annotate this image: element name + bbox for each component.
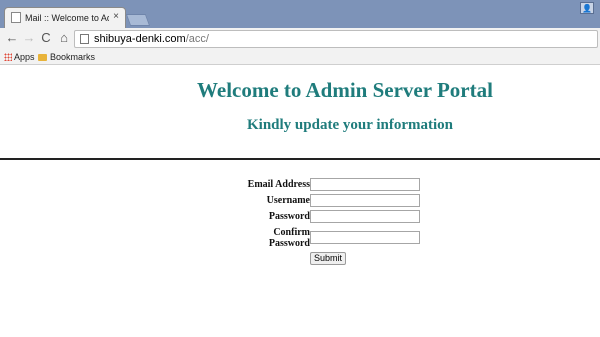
bookmark-folder[interactable]: Bookmarks	[38, 50, 95, 64]
folder-icon	[38, 54, 47, 61]
confirm-password-label-line2: Password	[268, 238, 310, 249]
page-icon	[80, 34, 89, 44]
email-field[interactable]	[310, 178, 420, 191]
username-field[interactable]	[310, 194, 420, 207]
password-field[interactable]	[310, 210, 420, 223]
home-icon[interactable]: ⌂	[56, 30, 72, 46]
divider	[0, 158, 600, 160]
bookmark-apps[interactable]: Apps	[4, 50, 35, 64]
profile-icon[interactable]: 👤	[580, 2, 594, 14]
forward-arrow-icon[interactable]: →	[21, 30, 37, 46]
submit-button[interactable]: Submit	[310, 252, 346, 265]
password-label: Password	[268, 211, 310, 222]
confirm-password-field[interactable]	[310, 231, 420, 244]
reload-icon[interactable]: C	[38, 30, 54, 46]
page-subtitle: Kindly update your information	[246, 117, 453, 133]
tab-title: Mail :: Welcome to Admin	[25, 13, 109, 23]
bookmark-apps-label: Apps	[14, 52, 35, 62]
apps-grid-icon	[4, 53, 12, 61]
address-url: shibuya-denki.com/acc/	[94, 32, 209, 46]
url-host: shibuya-denki.com	[94, 33, 186, 45]
browser-toolbar: ← → C ⌂ shibuya-denki.com/acc/	[0, 28, 600, 50]
page-icon	[11, 12, 21, 23]
url-path: /acc/	[185, 33, 209, 45]
tab-strip: Mail :: Welcome to Admin × 👤	[0, 0, 600, 28]
back-arrow-icon[interactable]: ←	[4, 30, 20, 46]
bookmark-folder-label: Bookmarks	[50, 52, 96, 62]
email-label: Email Address	[247, 179, 310, 190]
username-label: Username	[266, 195, 310, 206]
browser-tab[interactable]: Mail :: Welcome to Admin ×	[4, 7, 126, 28]
bookmarks-bar: Apps Bookmarks	[0, 50, 600, 65]
close-icon[interactable]: ×	[113, 11, 119, 23]
new-tab-button[interactable]	[125, 14, 151, 26]
page-title: Welcome to Admin Server Portal	[197, 78, 493, 102]
address-bar[interactable]: shibuya-denki.com/acc/	[74, 30, 598, 48]
